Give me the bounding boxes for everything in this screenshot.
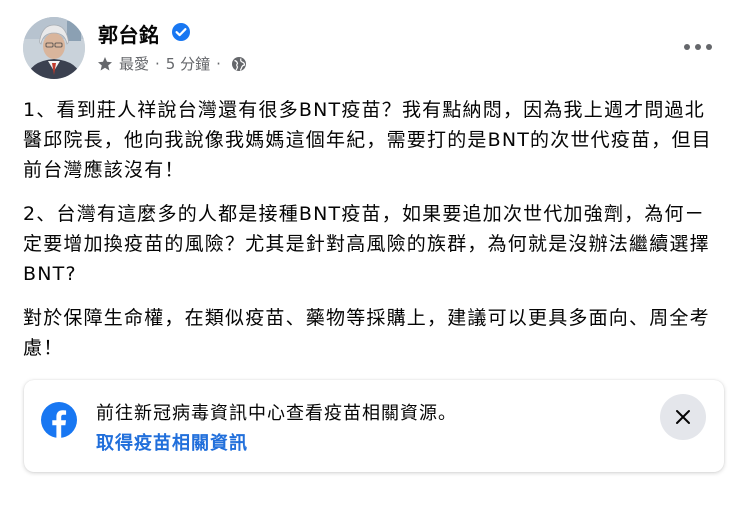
post-body: 1、看到莊人祥說台灣還有很多BNT疫苗？我有點納悶，因為我上週才問過北醫邱院長，… xyxy=(23,95,723,377)
separator: · xyxy=(155,54,160,73)
separator: · xyxy=(216,54,221,73)
close-icon xyxy=(676,410,690,424)
favorite-label: 最愛 xyxy=(119,55,150,73)
covid-info-banner: 前往新冠病毒資訊中心查看疫苗相關資源。 取得疫苗相關資訊 xyxy=(24,380,724,472)
post-paragraph: 2、台灣有這麼多的人都是接種BNT疫苗，如果要追加次世代加強劑，為何ㄧ定要增加換… xyxy=(23,203,710,285)
close-button[interactable] xyxy=(660,394,706,440)
facebook-post: 郭台銘 最愛 · 5 分鐘 · 1、看到莊人祥說台灣還有很多BNT疫苗？我有點納… xyxy=(0,0,750,512)
post-meta: 最愛 · 5 分鐘 · xyxy=(97,53,247,74)
post-paragraph: 1、看到莊人祥說台灣還有很多BNT疫苗？我有點納悶，因為我上週才問過北醫邱院長，… xyxy=(23,99,712,181)
vaccine-info-link[interactable]: 取得疫苗相關資訊 xyxy=(96,429,248,455)
facebook-logo-icon xyxy=(41,402,77,438)
more-options-button[interactable] xyxy=(681,35,715,59)
author-name[interactable]: 郭台銘 xyxy=(98,19,160,48)
star-icon xyxy=(98,56,112,70)
verified-badge-icon xyxy=(172,23,190,41)
post-paragraph: 對於保障生命權，在類似疫苗、藥物等採購上，建議可以更具多面向、周全考慮！ xyxy=(23,307,710,359)
more-options-icon xyxy=(684,44,712,50)
globe-icon[interactable] xyxy=(231,56,247,72)
avatar[interactable] xyxy=(23,17,85,79)
banner-text: 前往新冠病毒資訊中心查看疫苗相關資源。 xyxy=(96,403,457,424)
post-time[interactable]: 5 分鐘 xyxy=(166,53,210,74)
